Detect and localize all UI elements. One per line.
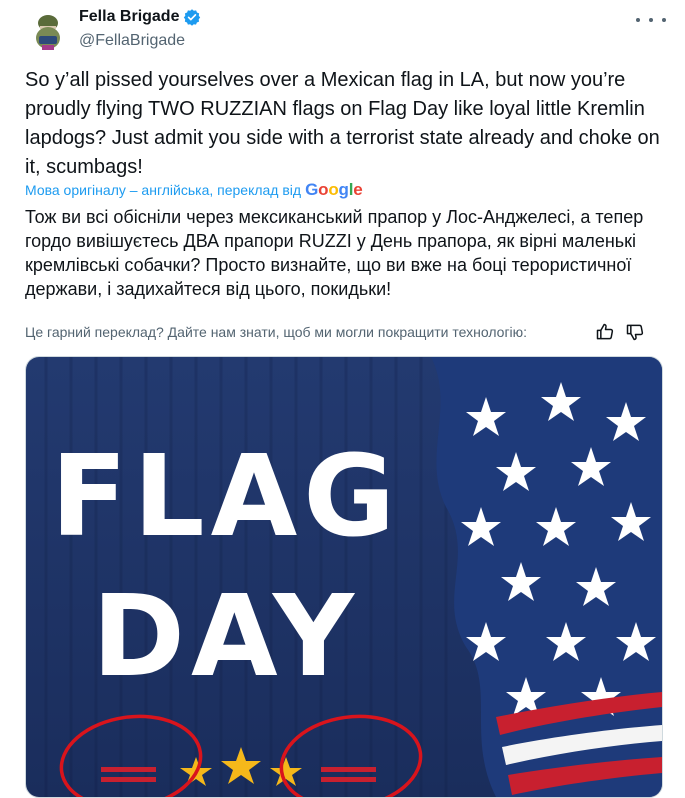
thumbs-up-icon[interactable] xyxy=(595,322,615,342)
verified-badge-icon xyxy=(183,8,201,26)
tweet-card: Fella Brigade @FellaBrigade So y’all pis… xyxy=(0,0,685,798)
google-logo: Google xyxy=(305,180,363,199)
avatar-image xyxy=(25,6,71,52)
more-dot xyxy=(636,18,640,22)
more-dot xyxy=(662,18,666,22)
more-options-icon[interactable] xyxy=(636,10,666,30)
translated-tweet-text: Тож ви всі обісніли через мексиканський … xyxy=(25,207,644,299)
headline-day: DAY xyxy=(92,572,360,702)
translation-feedback-prompt: Це гарний переклад? Дайте нам знати, щоб… xyxy=(25,324,528,340)
headline-flag: FLAG xyxy=(51,432,401,562)
avatar[interactable] xyxy=(25,6,71,52)
tweet-media-image[interactable]: FLAG DAY xyxy=(25,356,663,798)
author-name-row: Fella Brigade xyxy=(79,8,201,26)
translation-feedback-row: Це гарний переклад? Дайте нам знати, щоб… xyxy=(25,322,645,342)
more-dot xyxy=(649,18,653,22)
thumbs-down-icon[interactable] xyxy=(625,322,645,342)
tweet-body-text: So y’all pissed yourselves over a Mexica… xyxy=(25,69,660,178)
translation-attribution[interactable]: Мова оригіналу – англійська, переклад ві… xyxy=(25,180,363,200)
author-handle[interactable]: @FellaBrigade xyxy=(79,32,185,50)
translation-label: Мова оригіналу – англійська, переклад ві… xyxy=(25,182,302,198)
flag-day-graphic: FLAG DAY xyxy=(26,357,662,797)
author-display-name[interactable]: Fella Brigade xyxy=(79,8,179,26)
